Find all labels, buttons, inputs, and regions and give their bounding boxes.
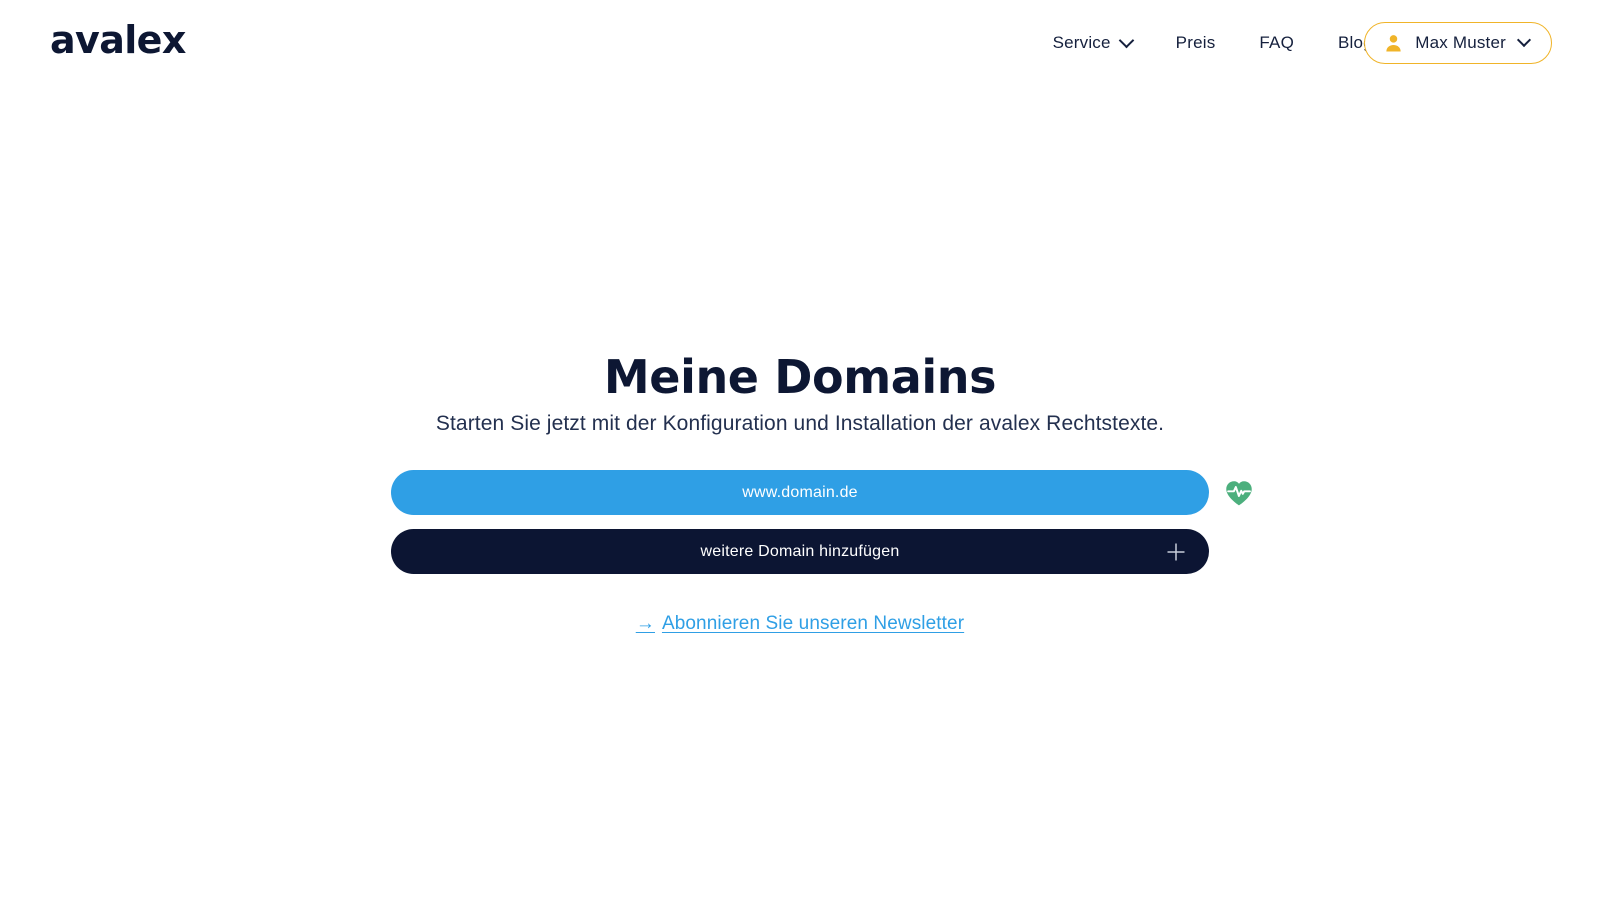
page-subtitle: Starten Sie jetzt mit der Konfiguration … — [435, 412, 1165, 435]
domain-list-item: www.domain.de — [391, 470, 1252, 515]
arrow-right-icon: → — [635, 613, 655, 634]
heart-pulse-icon[interactable] — [1224, 478, 1254, 508]
newsletter-link[interactable]: → Abonnieren Sie unseren Newsletter — [636, 613, 964, 635]
add-domain-button[interactable]: weitere Domain hinzufügen — [391, 529, 1209, 574]
add-domain-label: weitere Domain hinzufügen — [700, 542, 900, 560]
domain-button[interactable]: www.domain.de — [391, 470, 1209, 515]
page-title: Meine Domains — [603, 350, 997, 404]
newsletter-label: Abonnieren Sie unseren Newsletter — [661, 613, 965, 634]
add-domain-row: weitere Domain hinzufügen — [391, 529, 1209, 574]
domain-list: www.domain.de weitere Domain hinzufügen — [391, 470, 1252, 588]
plus-icon — [1167, 543, 1185, 560]
page-root: avalex Service Preis FAQ Blog Partner — [0, 0, 1600, 900]
main-content: Meine Domains Starten Sie jetzt mit der … — [0, 0, 1600, 900]
newsletter-row: → Abonnieren Sie unseren Newsletter — [0, 613, 1600, 635]
